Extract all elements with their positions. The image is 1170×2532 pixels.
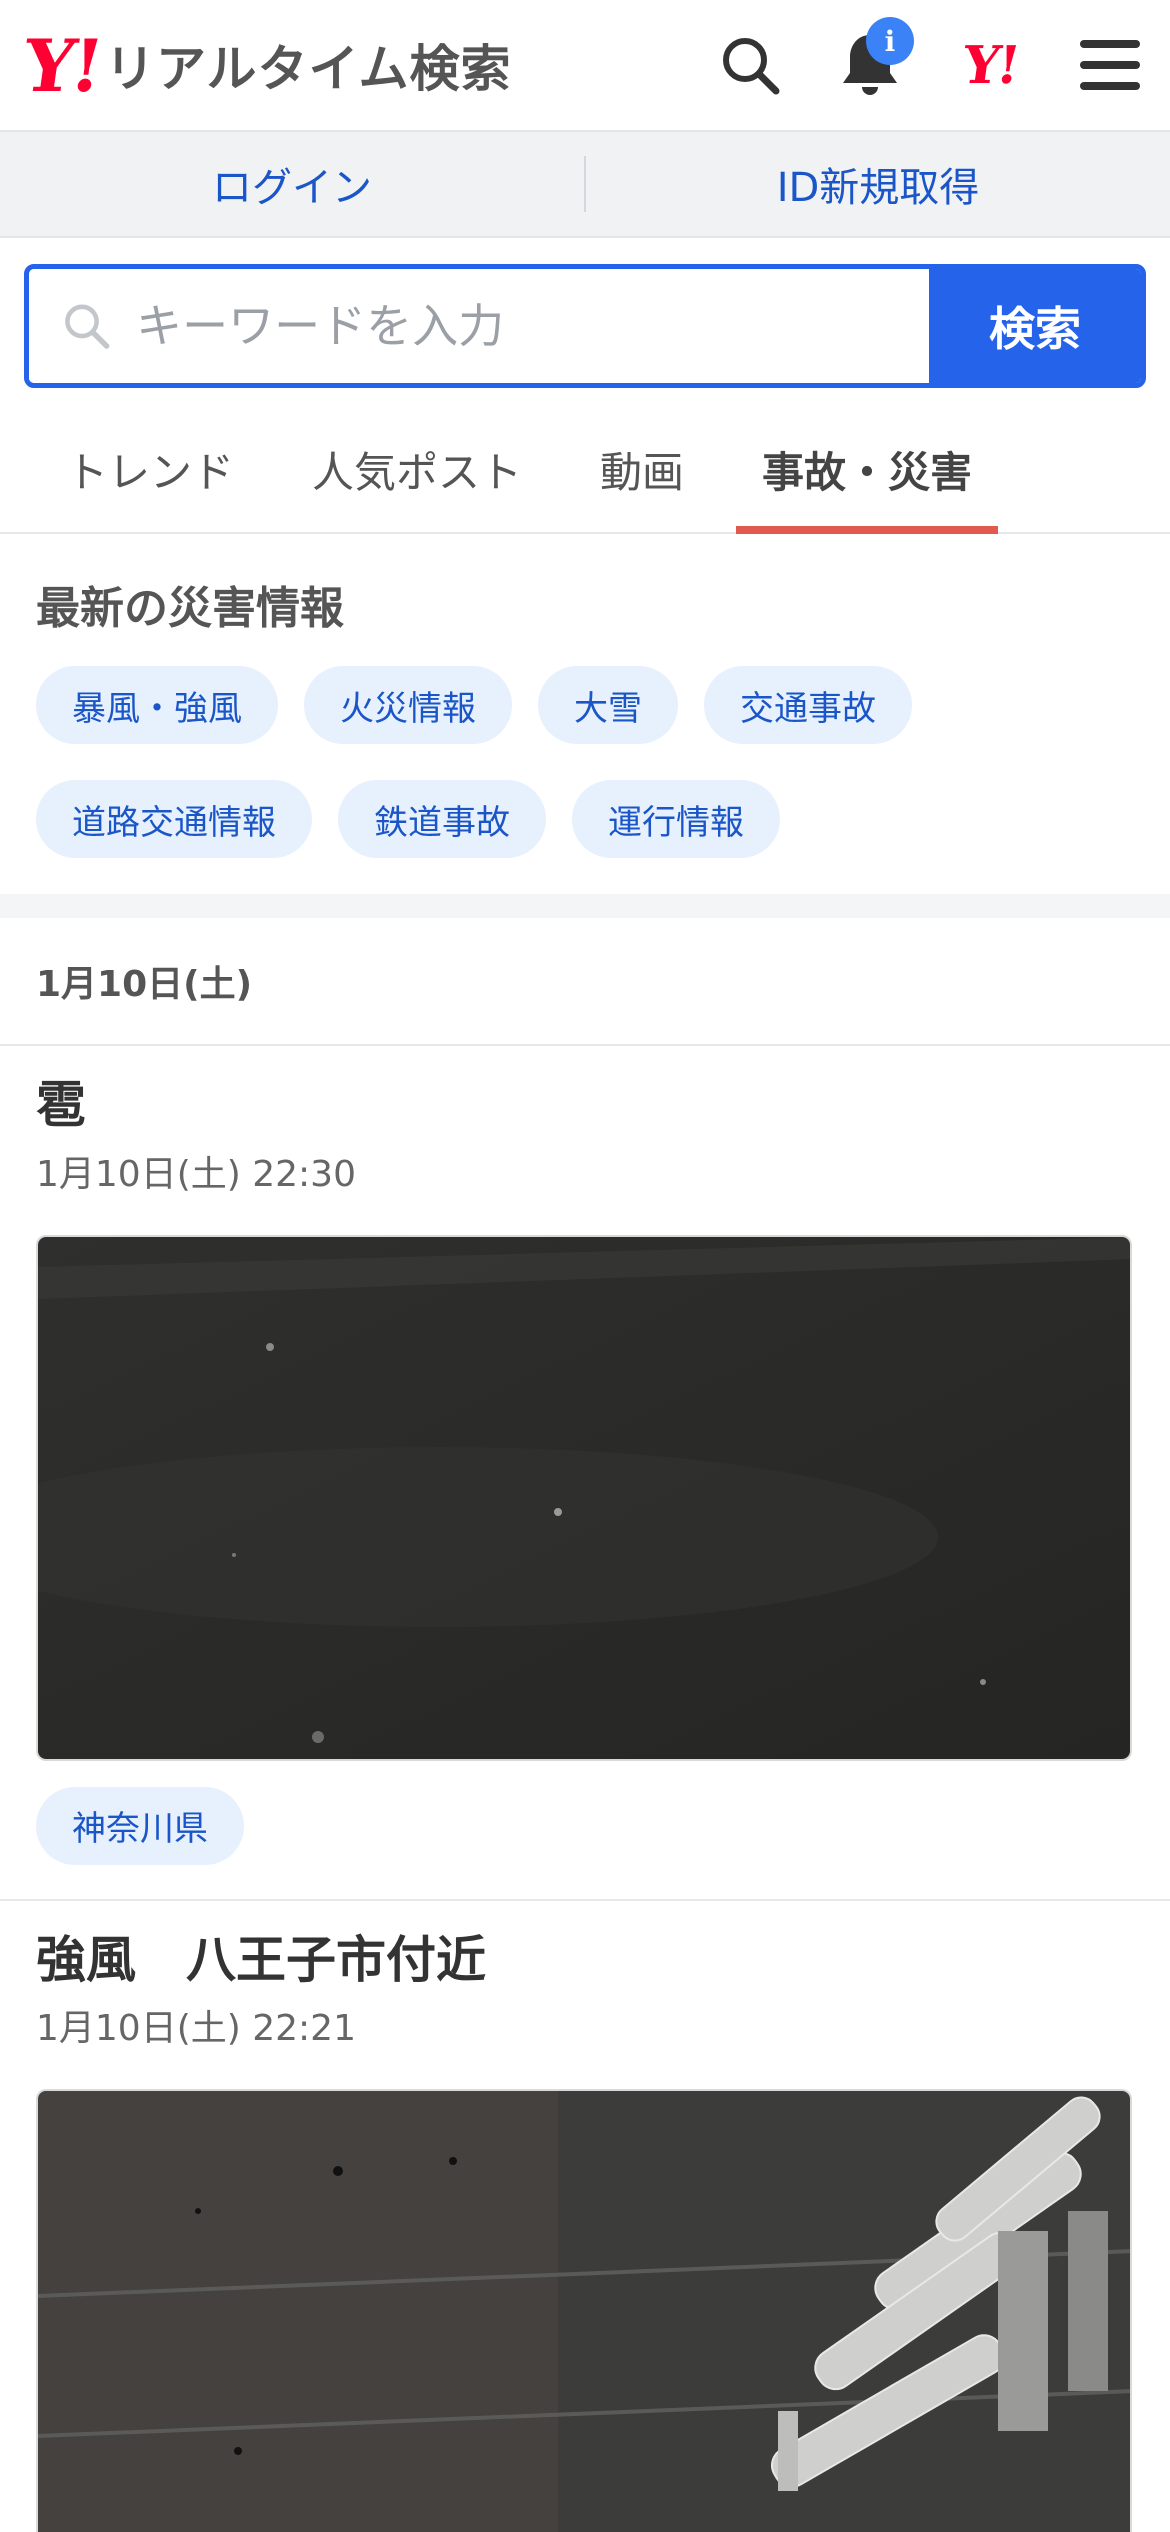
post-timestamp: 1月10日(土) 22:21 (36, 2008, 356, 2049)
section-title: 最新の災害情報 (36, 583, 344, 634)
post-tags: 神奈川県 (36, 1786, 1134, 1865)
search-box: 検索 (24, 264, 1146, 388)
post-timestamp: 1月10日(土) 22:30 (36, 1153, 356, 1195)
header-actions: i Y! (712, 17, 1148, 103)
chip-railway-accident[interactable]: 鉄道事故 (338, 780, 546, 858)
search-input[interactable] (136, 299, 929, 353)
app-header: Y! リアルタイム検索 i Y! (0, 0, 1170, 132)
logo-mark: Y! (18, 22, 105, 108)
tab-accident-disaster[interactable]: 事故・災害 (736, 406, 999, 534)
search-icon[interactable] (712, 27, 788, 103)
chip-heavy-snow[interactable]: 大雪 (538, 666, 678, 744)
login-link[interactable]: ログイン (0, 155, 584, 213)
yahoo-japan-icon[interactable]: Y! (952, 27, 1028, 103)
chip-traffic-accident[interactable]: 交通事故 (704, 666, 912, 744)
chip-fire-info[interactable]: 火災情報 (304, 666, 512, 744)
post-image[interactable] (36, 2089, 1132, 2532)
chip-storm-wind[interactable]: 暴風・強風 (36, 666, 278, 744)
post-item[interactable]: 強風 八王子市付近 1月10日(土) 22:21 (0, 1901, 1170, 2532)
post-image[interactable] (36, 1234, 1132, 1761)
chip-road-traffic[interactable]: 道路交通情報 (36, 780, 312, 858)
tab-popular-posts[interactable]: 人気ポスト (286, 406, 548, 532)
notification-badge: i (866, 17, 914, 65)
search-field[interactable] (29, 269, 929, 383)
tab-trend[interactable]: トレンド (40, 406, 260, 532)
search-area: 検索 (0, 238, 1170, 388)
post-title: 強風 八王子市付近 (36, 1930, 486, 1989)
category-tabs: トレンド 人気ポスト 動画 事故・災害 (0, 406, 1170, 534)
search-field-icon (65, 304, 110, 349)
post-title: 雹 (36, 1076, 86, 1134)
yahoo-realtime-logo[interactable]: Y! リアルタイム検索 (18, 23, 512, 108)
location-tag[interactable]: 神奈川県 (36, 1786, 244, 1865)
search-button[interactable]: 検索 (929, 269, 1141, 383)
logo-text: リアルタイム検索 (105, 40, 512, 98)
notification-bell-icon[interactable]: i (832, 17, 914, 103)
latest-disaster-info: 最新の災害情報 暴風・強風 火災情報 大雪 交通事故 道路交通情報 鉄道事故 運… (0, 534, 1170, 918)
chip-service-info[interactable]: 運行情報 (572, 780, 780, 858)
register-link[interactable]: ID新規取得 (586, 155, 1170, 213)
date-header: 1月10日(土) (0, 918, 1170, 1046)
yahoo-japan-mark: Y! (958, 34, 1022, 96)
tab-video[interactable]: 動画 (574, 406, 710, 532)
disaster-chips: 暴風・強風 火災情報 大雪 交通事故 道路交通情報 鉄道事故 運行情報 (36, 666, 1134, 858)
login-bar: ログイン ID新規取得 (0, 132, 1170, 238)
hamburger-menu-icon[interactable] (1072, 27, 1148, 103)
post-item[interactable]: 雹 1月10日(土) 22:30 神奈川県 (0, 1046, 1170, 1901)
